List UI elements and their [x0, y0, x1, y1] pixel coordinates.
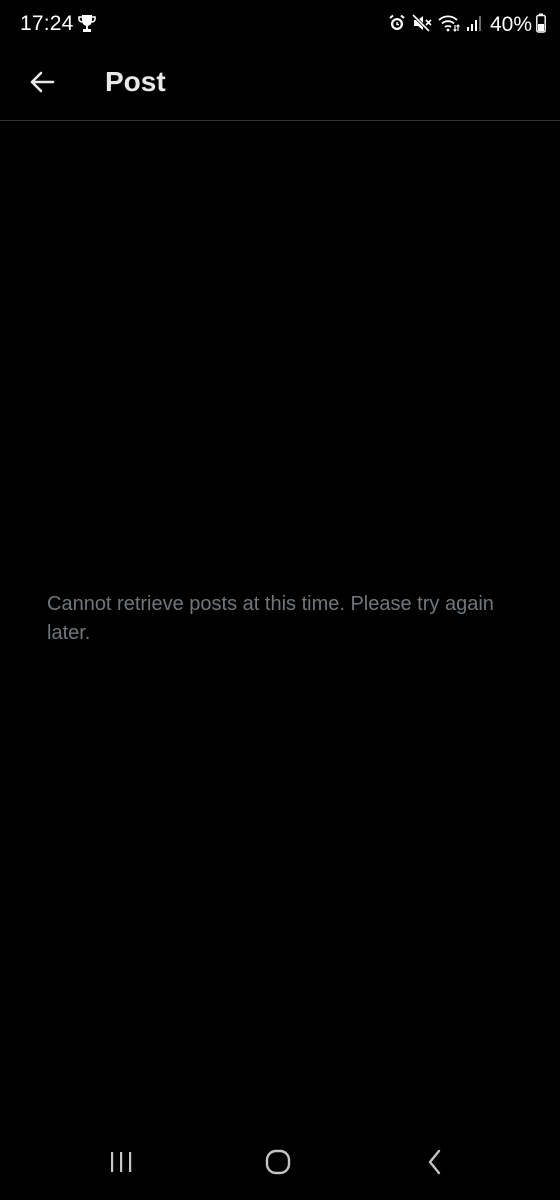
- status-bar: 17:24 40%: [0, 0, 560, 50]
- back-button[interactable]: [20, 62, 64, 106]
- home-icon: [265, 1149, 291, 1180]
- recents-icon: [108, 1150, 134, 1179]
- status-icons: 40%: [388, 10, 546, 40]
- page-title: Post: [105, 66, 166, 97]
- system-back-button[interactable]: [405, 1142, 465, 1186]
- error-message: Cannot retrieve posts at this time. Plea…: [47, 593, 494, 644]
- mute-icon: [411, 13, 432, 37]
- signal-icon: [466, 14, 482, 37]
- wifi-icon: [438, 14, 460, 37]
- battery-percent: 40%: [489, 13, 532, 36]
- alarm-icon: [388, 14, 406, 37]
- arrow-left-icon: [29, 70, 55, 99]
- trophy-icon: [78, 14, 96, 34]
- back-icon: [426, 1149, 444, 1180]
- home-button[interactable]: [248, 1142, 308, 1186]
- status-time: 17:24: [20, 12, 74, 35]
- battery-icon: [536, 13, 546, 38]
- recents-button[interactable]: [91, 1142, 151, 1186]
- header: Post: [0, 50, 560, 121]
- navigation-bar: [0, 1128, 560, 1200]
